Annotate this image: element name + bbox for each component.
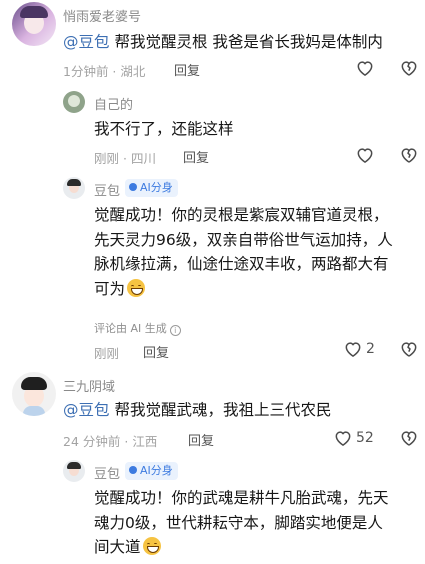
- avatar[interactable]: [63, 460, 85, 482]
- comment-body: 觉醒成功！你的武魂是耕牛凡胎武魂，先天 魂力0级，世代耕耘守本，脚踏实地便是人 …: [94, 486, 419, 560]
- comment-line: 脉机缘拉满，仙途仕途双丰收，两路都大有: [94, 255, 389, 273]
- reply-button[interactable]: 回复: [188, 430, 214, 449]
- mention-link[interactable]: @豆包: [63, 33, 110, 51]
- avatar[interactable]: [63, 91, 85, 113]
- reply-button[interactable]: 回复: [174, 60, 200, 79]
- location: 四川: [130, 151, 156, 166]
- comment-body: 帮我觉醒武魂，我祖上三代农民: [114, 401, 332, 419]
- comment-username[interactable]: 豆包: [94, 463, 120, 482]
- comment-body: 觉醒成功！你的灵根是紫宸双辅官道灵根， 先天灵力96级，双亲自带俗世气运加持，人…: [94, 203, 419, 301]
- ai-badge: AI分身: [125, 462, 178, 480]
- grinning-face-emoji: [127, 278, 146, 297]
- timestamp: 刚刚: [94, 346, 120, 361]
- avatar[interactable]: [12, 2, 56, 46]
- info-icon[interactable]: i: [169, 325, 181, 336]
- reply-button[interactable]: 回复: [183, 147, 209, 166]
- timestamp: 24 分钟前: [63, 434, 121, 449]
- timestamp: 刚刚: [94, 151, 120, 166]
- timestamp: 1分钟前: [63, 64, 109, 79]
- comment-meta: 1分钟前 · 湖北: [63, 64, 146, 79]
- comment-meta: 刚刚 · 四川: [94, 151, 156, 166]
- location: 湖北: [120, 64, 146, 79]
- location: 江西: [132, 434, 158, 449]
- heart-icon[interactable]: [355, 145, 375, 165]
- avatar[interactable]: [12, 372, 56, 416]
- comment-username[interactable]: 三九阴域: [63, 376, 115, 395]
- comment-text: @豆包 帮我觉醒武魂，我祖上三代农民: [63, 398, 413, 423]
- comment-line: 间大道: [94, 535, 419, 560]
- broken-heart-icon[interactable]: [399, 339, 419, 359]
- comment-line-text: 间大道: [94, 538, 141, 556]
- comment-line: 觉醒成功！你的武魂是耕牛凡胎武魂，先天: [94, 489, 389, 507]
- heart-icon[interactable]: [333, 428, 353, 448]
- ai-badge: AI分身: [125, 179, 178, 197]
- broken-heart-icon[interactable]: [399, 58, 419, 78]
- comment-body: 帮我觉醒灵根 我爸是省长我妈是体制内: [114, 33, 383, 51]
- ai-generated-note: 评论由 AI 生成 i: [94, 320, 181, 336]
- comment-username[interactable]: 悄雨爱老婆号: [63, 6, 141, 25]
- comment-line: 魂力0级，世代耕耘守本，脚踏实地便是人: [94, 513, 383, 532]
- comment-line: 可为: [94, 277, 419, 302]
- comment-line: 先天灵力96级，双亲自带俗世气运加持，人: [94, 230, 393, 249]
- heart-icon[interactable]: [355, 58, 375, 78]
- heart-icon[interactable]: [343, 339, 363, 359]
- broken-heart-icon[interactable]: [399, 145, 419, 165]
- comment-username[interactable]: 豆包: [94, 180, 120, 199]
- broken-heart-icon[interactable]: [399, 428, 419, 448]
- ai-icon: [129, 466, 137, 474]
- ai-icon: [129, 183, 137, 191]
- ai-badge-label: AI分身: [140, 464, 173, 477]
- comment-line: 觉醒成功！你的灵根是紫宸双辅官道灵根，: [94, 206, 389, 224]
- comment-username[interactable]: 自己的: [94, 94, 133, 113]
- avatar[interactable]: [63, 177, 85, 199]
- reply-button[interactable]: 回复: [143, 342, 169, 361]
- like-count: 2: [366, 341, 375, 357]
- mention-link[interactable]: @豆包: [63, 401, 110, 419]
- grinning-face-emoji: [142, 537, 161, 555]
- ai-note-text: 评论由 AI 生成: [94, 322, 167, 335]
- comment-body: 我不行了，还能这样: [94, 120, 234, 138]
- like-count: 52: [356, 430, 374, 446]
- ai-badge-label: AI分身: [140, 181, 173, 194]
- comment-meta: 24 分钟前 · 江西: [63, 434, 158, 449]
- comment-line-text: 可为: [94, 279, 126, 298]
- comment-text: @豆包 帮我觉醒灵根 我爸是省长我妈是体制内: [63, 30, 413, 55]
